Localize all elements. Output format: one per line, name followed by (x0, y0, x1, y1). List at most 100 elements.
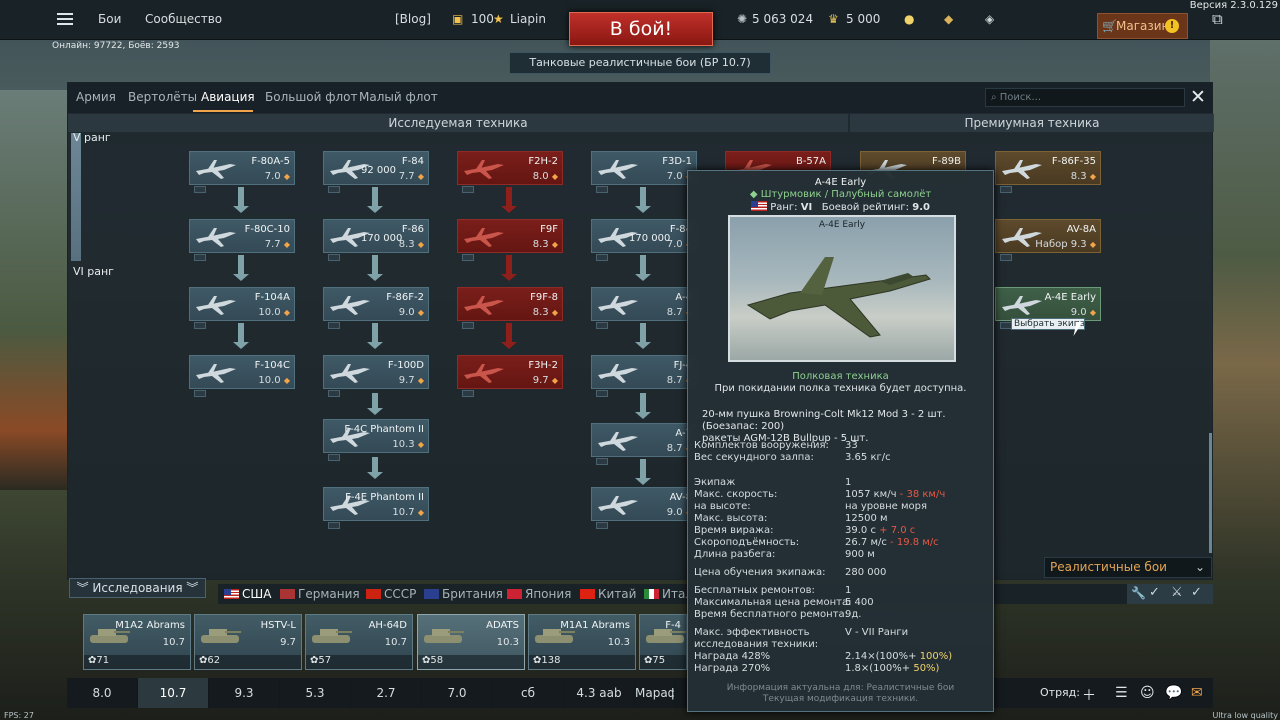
nation-japan[interactable]: Япония (507, 587, 571, 601)
expand-icon[interactable] (596, 522, 608, 529)
crew-slot[interactable]: AH-64D 10.7 ✿57 (305, 614, 413, 670)
add-icon[interactable]: ＋ (1082, 685, 1096, 705)
close-icon[interactable]: ✕ (1190, 87, 1206, 107)
player-name[interactable]: Liapin (510, 12, 546, 26)
vehicle-card[interactable]: F-80C-10 7.7 ◆ (189, 219, 295, 261)
tab-army[interactable]: Армия (76, 90, 116, 104)
expand-icon[interactable] (328, 186, 340, 193)
lightbulb-icon[interactable]: ● (904, 12, 914, 26)
preset-tab[interactable]: 8.0 (67, 678, 138, 708)
to-battle-button[interactable]: В бой! (569, 12, 713, 46)
select-crew-button[interactable]: Выбрать экипаж (1011, 318, 1085, 330)
tab-coastal-fleet[interactable]: Малый флот (359, 90, 438, 104)
research-toggle[interactable]: ︾ Исследования ︾ (69, 578, 206, 598)
scrollbar[interactable] (1209, 433, 1212, 553)
friends-icon[interactable]: ☺ (1140, 685, 1155, 701)
expand-icon[interactable] (1000, 186, 1012, 193)
nation-germany[interactable]: Германия (280, 587, 360, 601)
preset-tab[interactable]: 7.0 (422, 678, 493, 708)
expand-icon[interactable] (194, 390, 206, 397)
expand-icon[interactable] (596, 322, 608, 329)
shop-button[interactable]: 🛒 Магазин ! (1097, 13, 1188, 39)
nation-ussr[interactable]: СССР (366, 587, 416, 601)
expand-icon[interactable] (462, 390, 474, 397)
vehicle-card[interactable]: F-86F-35 8.3 ◆ (995, 151, 1101, 193)
expand-icon[interactable] (328, 254, 340, 261)
vehicle-card[interactable]: F3D-17.0 ◆ (591, 151, 697, 193)
vehicle-card[interactable]: A-78.7 ◆ (591, 423, 697, 465)
menu-icon[interactable] (57, 18, 73, 20)
expand-icon[interactable] (328, 454, 340, 461)
expand-icon[interactable] (596, 390, 608, 397)
expand-icon[interactable] (596, 458, 608, 465)
wrench-icon[interactable]: 🔧 (1131, 586, 1146, 600)
crew-slot[interactable]: ADATS 10.3 ✿58 (417, 614, 525, 670)
vehicle-card[interactable]: F-104C 10.0 ◆ (189, 355, 295, 397)
blog-link[interactable]: [Blog] (395, 12, 431, 26)
preset-tab[interactable]: 2.7 (351, 678, 422, 708)
vehicle-card[interactable]: FJ-48.7 ◆ (591, 355, 697, 397)
tab-helicopters[interactable]: Вертолёты (128, 90, 197, 104)
expand-icon[interactable] (194, 322, 206, 329)
crew-slot[interactable]: M1A2 Abrams 10.7 ✿71 (83, 614, 191, 670)
nation-italy[interactable]: Италия (644, 587, 689, 601)
crew-slot[interactable]: HSTV-L 9.7 ✿62 (194, 614, 302, 670)
preset-tab[interactable]: 9.3 (209, 678, 280, 708)
nation-britain[interactable]: Британия (424, 587, 503, 601)
expand-icon[interactable] (596, 186, 608, 193)
expand-icon[interactable] (1000, 254, 1012, 261)
chat-icon[interactable]: 💬 (1165, 685, 1182, 701)
vehicle-card[interactable]: F-80A-5 7.0 ◆ (189, 151, 295, 193)
fullscreen-icon[interactable]: ⧉ (1212, 10, 1223, 28)
search-input[interactable]: ⌕ Поиск... (985, 88, 1185, 107)
vehicle-card[interactable]: F-100D 9.7 ◆ (323, 355, 429, 397)
crew-slot[interactable]: M1A1 Abrams 10.3 ✿138 (528, 614, 636, 670)
tab-bluewater-fleet[interactable]: Большой флот (265, 90, 358, 104)
vehicle-card[interactable]: F3H-2 9.7 ◆ (457, 355, 563, 397)
expand-icon[interactable] (596, 254, 608, 261)
vehicle-card[interactable]: F9F 8.3 ◆ (457, 219, 563, 261)
preset-tab[interactable]: 4.3 aab (564, 678, 635, 708)
rank-badge-icon[interactable]: ◆ (944, 12, 953, 26)
vehicle-card[interactable]: F9F-8 8.3 ◆ (457, 287, 563, 329)
community-menu[interactable]: Сообщество (145, 12, 222, 26)
battle-mode-dropdown[interactable]: Реалистичные бои ⌄ (1044, 557, 1212, 578)
coupon-icon[interactable]: ◈ (985, 12, 994, 26)
preset-tab[interactable]: 10.7 (138, 678, 209, 708)
expand-icon[interactable] (328, 522, 340, 529)
preset-tab[interactable]: 5.3 (280, 678, 351, 708)
vehicle-card[interactable]: F-86F-2 9.0 ◆ (323, 287, 429, 329)
vehicle-card[interactable]: AV-89.0 ◆ (591, 487, 697, 529)
expand-icon[interactable] (328, 322, 340, 329)
parachute-icon[interactable]: ⚔ (1171, 585, 1183, 600)
check-icon[interactable]: ✓ (1191, 585, 1202, 600)
nation-usa[interactable]: США (224, 587, 271, 601)
expand-icon[interactable] (328, 390, 340, 397)
crew-slot[interactable]: F-4 ✿75 (639, 614, 687, 670)
mail-icon[interactable]: ✉ (1191, 685, 1203, 701)
expand-icon[interactable] (194, 186, 206, 193)
vehicle-card[interactable]: F-86 8.3 ◆ 170 000 (323, 219, 429, 261)
vehicle-card[interactable]: A-4E Early 9.0 ◆ (995, 287, 1101, 329)
vehicle-card[interactable]: F-847.0 ◆170 000 (591, 219, 697, 261)
vehicle-card[interactable]: F-104A 10.0 ◆ (189, 287, 295, 329)
preset-tab[interactable]: сб (493, 678, 564, 708)
expand-icon[interactable] (462, 254, 474, 261)
vehicle-card[interactable]: AV-8A Набор 9.3 ◆ (995, 219, 1101, 261)
tab-aviation[interactable]: Авиация (201, 90, 255, 104)
list-icon[interactable]: ☰ (1115, 685, 1128, 701)
vehicle-card[interactable]: F-4E Phantom II 10.7 ◆ (323, 487, 429, 529)
vehicle-card[interactable]: F-84 7.7 ◆ 92 000 (323, 151, 429, 193)
vehicle-card[interactable]: F2H-2 8.0 ◆ (457, 151, 563, 193)
game-mode-selector[interactable]: Танковые реалистичные бои (БР 10.7) (509, 52, 771, 74)
expand-icon[interactable] (194, 254, 206, 261)
expand-icon[interactable] (462, 186, 474, 193)
expand-icon[interactable] (462, 322, 474, 329)
battles-menu[interactable]: Бои (98, 12, 121, 26)
preset-tab[interactable]: Марафон (635, 678, 675, 708)
check-icon[interactable]: ✓ (1149, 585, 1160, 600)
nation-china[interactable]: Китай (580, 587, 636, 601)
vehicle-card[interactable]: F-4C Phantom II 10.3 ◆ (323, 419, 429, 461)
profile-icon[interactable]: ▣ (452, 12, 463, 26)
vehicle-card[interactable]: A-48.7 ◆ (591, 287, 697, 329)
